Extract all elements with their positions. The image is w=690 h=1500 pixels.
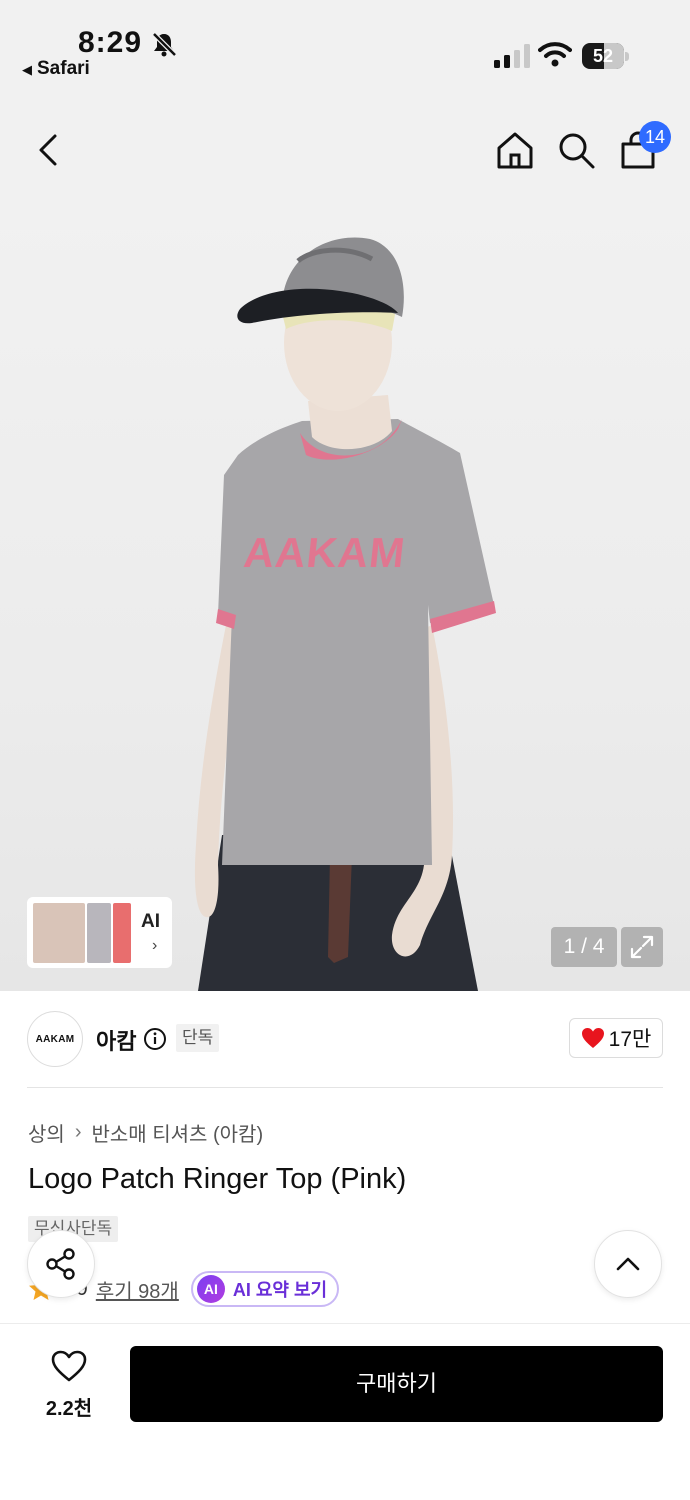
search-icon (559, 133, 595, 169)
ai-thumbnail-strip[interactable]: AI › (27, 897, 172, 968)
brand-row[interactable]: AAKAM 아캄 단독 17만 (0, 991, 690, 1087)
shirt-logo-print: AAKAM (241, 529, 408, 576)
ai-summary-label: AI 요약 보기 (232, 1280, 328, 1300)
expand-image-button[interactable] (621, 927, 663, 967)
review-count-link[interactable]: 후기 98개 (96, 1275, 179, 1304)
bell-slash-icon (152, 32, 177, 57)
heart-outline-icon (51, 1350, 87, 1382)
breadcrumb: 상의 › 반소매 티셔츠 (아캄) (28, 1118, 263, 1147)
chevron-up-icon (616, 1257, 640, 1271)
back-app-label: Safari (37, 58, 90, 79)
buy-button[interactable]: 구매하기 (130, 1346, 663, 1422)
breadcrumb-item-category[interactable]: 상의 (28, 1118, 65, 1147)
home-icon (497, 132, 533, 169)
wishlist-button[interactable]: 2.2천 (38, 1348, 100, 1420)
expand-icon (630, 935, 654, 959)
share-icon (46, 1248, 75, 1280)
brand-like-button[interactable]: 17만 (569, 1018, 663, 1058)
brand-logo[interactable]: AAKAM (27, 1011, 83, 1067)
scroll-to-top-button[interactable] (594, 1230, 662, 1298)
info-icon[interactable] (143, 1027, 167, 1051)
product-image-carousel[interactable]: AAKAM AI › 1 / 4 (0, 205, 690, 991)
wifi-icon (538, 42, 572, 67)
brand-like-count: 17만 (608, 1028, 652, 1051)
brand-name[interactable]: 아캄 (96, 1024, 136, 1056)
exclusive-tag: 단독 (176, 1024, 220, 1052)
wishlist-count: 2.2천 (45, 1398, 93, 1420)
chevron-right-icon: › (152, 937, 158, 954)
top-nav-bar: 14 (0, 95, 690, 205)
back-triangle-icon: ◀ (22, 62, 32, 77)
search-button[interactable] (551, 125, 601, 175)
battery-level: 52 (592, 46, 614, 66)
battery-indicator: 52 (582, 43, 630, 69)
status-time: 8:29 (78, 26, 143, 59)
back-button[interactable] (24, 125, 74, 175)
product-photo (194, 237, 496, 991)
ai-chip-icon: AI (196, 1275, 225, 1303)
signal-icon (494, 44, 530, 68)
thumbnail-1[interactable] (33, 903, 85, 963)
divider (27, 1087, 663, 1088)
back-icon (39, 134, 57, 166)
ai-summary-button[interactable]: AI AI 요약 보기 (190, 1271, 340, 1307)
product-title: Logo Patch Ringer Top (Pink) (28, 1163, 407, 1195)
cart-count-badge: 14 (639, 121, 671, 153)
bottom-purchase-bar: 2.2천 구매하기 (0, 1323, 690, 1500)
heart-filled-icon (581, 1028, 604, 1048)
thumbnail-ai-label: AI (141, 911, 160, 932)
breadcrumb-item-subcategory[interactable]: 반소매 티셔츠 (아캄) (91, 1118, 263, 1147)
status-bar: 8:29 ◀ Safari 52 (0, 0, 690, 95)
thumbnail-2[interactable] (87, 903, 111, 963)
thumbnail-3[interactable] (113, 903, 131, 963)
image-page-indicator: 1 / 4 (551, 927, 617, 967)
home-button[interactable] (490, 125, 540, 175)
breadcrumb-chevron-icon: › (74, 1121, 82, 1143)
cart-button[interactable]: 14 (613, 121, 671, 175)
back-to-app-link[interactable]: ◀ Safari (22, 58, 90, 80)
share-button[interactable] (27, 1230, 95, 1298)
